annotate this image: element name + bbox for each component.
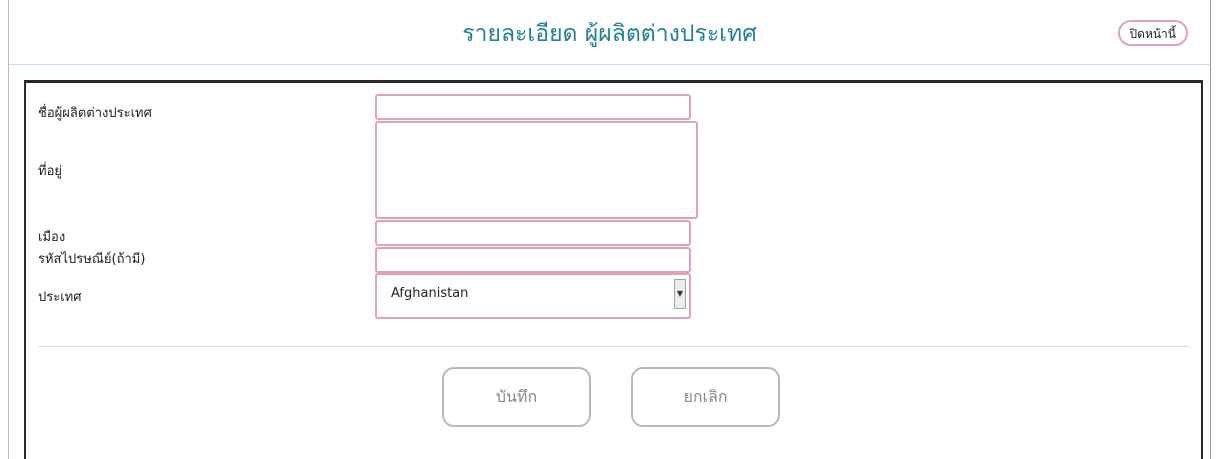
dialog-window: รายละเอียด ผู้ผลิตต่างประเทศ ปิดหน้านี้ … bbox=[8, 0, 1211, 459]
dialog-header: รายละเอียด ผู้ผลิตต่างประเทศ ปิดหน้านี้ bbox=[9, 0, 1210, 65]
country-label: ประเทศ bbox=[38, 290, 82, 305]
city-label: เมือง bbox=[38, 230, 66, 245]
manufacturer-name-label: ชื่อผู้ผลิตต่างประเทศ bbox=[38, 106, 152, 121]
manufacturer-name-field[interactable] bbox=[375, 94, 691, 120]
chevron-down-icon[interactable]: ▼ bbox=[674, 279, 686, 309]
page-title: รายละเอียด ผู้ผลิตต่างประเทศ bbox=[462, 21, 757, 47]
resize-grip-icon[interactable]: ⋰ bbox=[687, 209, 694, 216]
country-select[interactable]: Afghanistan ▼ bbox=[375, 273, 691, 319]
close-page-button[interactable]: ปิดหน้านี้ bbox=[1117, 20, 1188, 46]
postal-code-field[interactable] bbox=[375, 247, 691, 273]
address-label: ที่อยู่ bbox=[38, 164, 62, 179]
postal-code-label: รหัสไปรษณีย์(ถ้ามี) bbox=[38, 252, 146, 267]
form-panel: ชื่อผู้ผลิตต่างประเทศ ที่อยู่ ⋰ เมือง รห… bbox=[24, 80, 1203, 459]
address-textarea[interactable]: ⋰ bbox=[375, 121, 698, 219]
cancel-button[interactable]: ยกเลิก bbox=[631, 367, 780, 427]
city-field[interactable] bbox=[375, 220, 691, 246]
divider bbox=[38, 346, 1189, 347]
country-selected-value: Afghanistan bbox=[391, 286, 469, 301]
save-button[interactable]: บันทึก bbox=[442, 367, 591, 427]
